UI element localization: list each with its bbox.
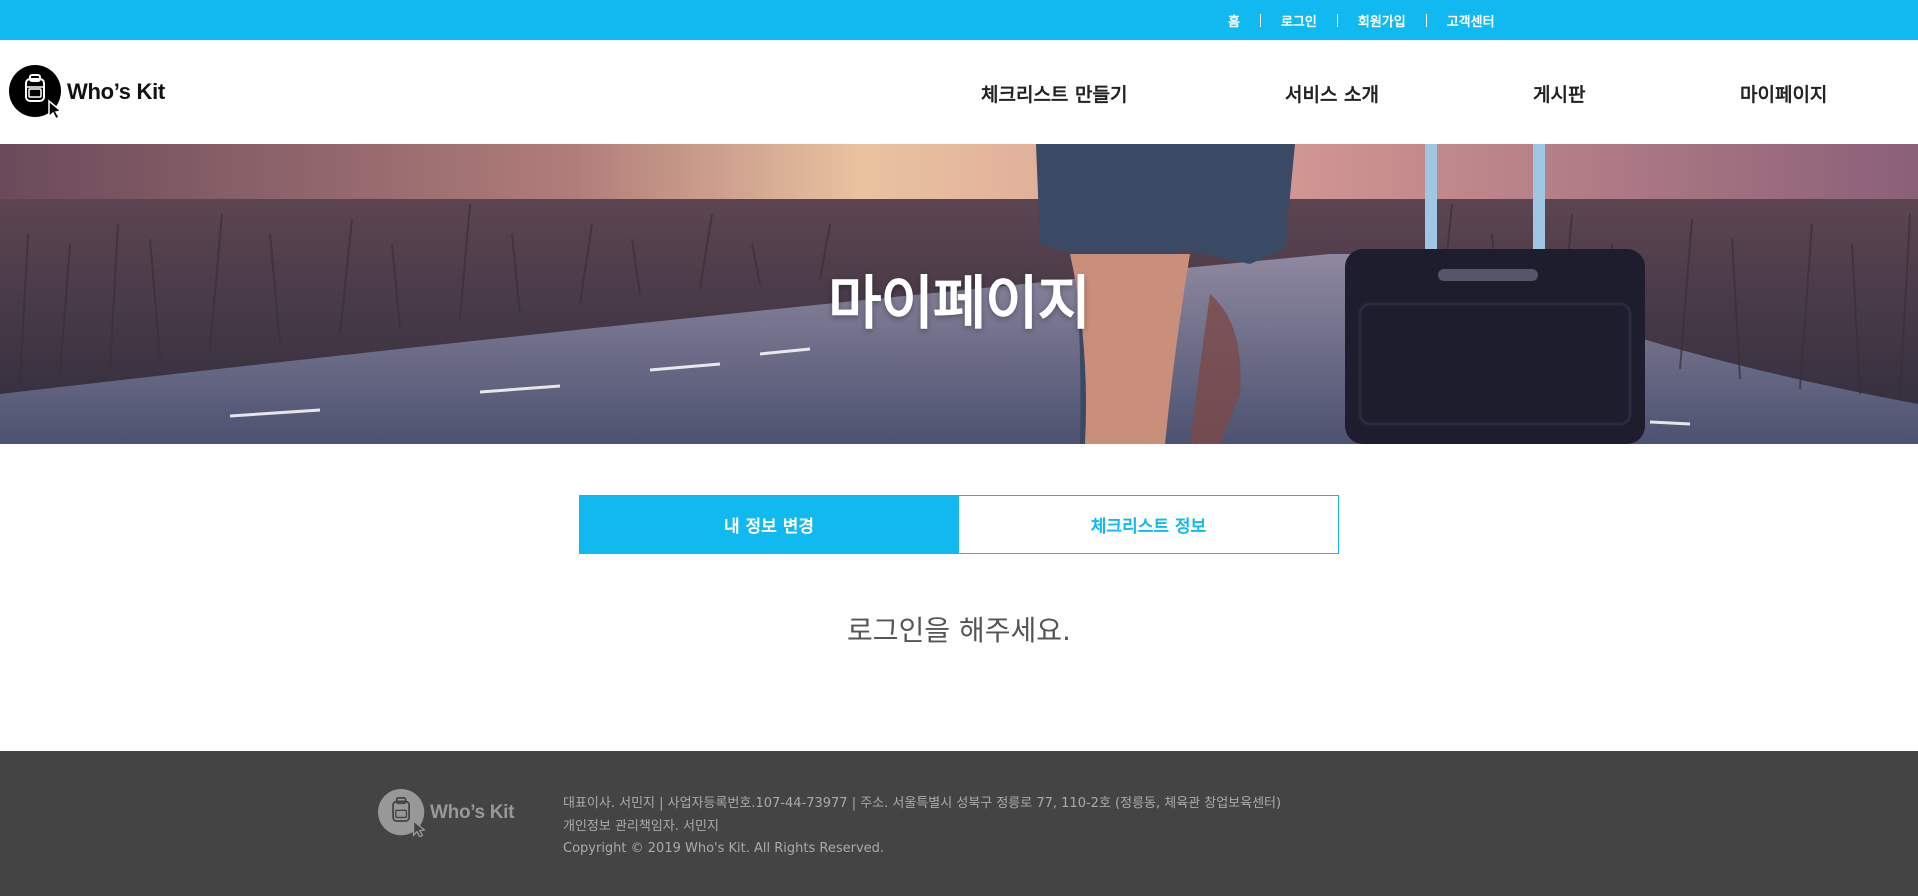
page-title: 마이페이지 <box>828 269 1091 337</box>
divider <box>1336 13 1338 27</box>
footer-logo: Who’s Kit <box>378 789 515 837</box>
hero-banner: 마이페이지 <box>0 144 1918 444</box>
nav-board[interactable]: 게시판 <box>1533 80 1585 107</box>
nav-create-checklist[interactable]: 체크리스트 만들기 <box>981 80 1127 107</box>
nav-service-intro[interactable]: 서비스 소개 <box>1285 80 1379 107</box>
login-link[interactable]: 로그인 <box>1281 11 1317 30</box>
tab-checklist-info[interactable]: 체크리스트 정보 <box>959 495 1339 554</box>
site-footer: Who’s Kit 대표이사. 서민지 | 사업자등록번호.107-44-739… <box>0 751 1918 896</box>
tab-edit-my-info[interactable]: 내 정보 변경 <box>579 495 959 554</box>
customer-center-link[interactable]: 고객센터 <box>1447 11 1495 30</box>
backpack-cursor-icon <box>378 789 426 837</box>
signup-link[interactable]: 회원가입 <box>1358 11 1406 30</box>
mypage-tabs: 내 정보 변경 체크리스트 정보 <box>579 495 1339 554</box>
footer-company-info: 대표이사. 서민지 | 사업자등록번호.107-44-73977 | 주소. 서… <box>563 793 1281 861</box>
utility-links: 홈 로그인 회원가입 고객센터 <box>1228 0 1495 40</box>
nav-mypage[interactable]: 마이페이지 <box>1740 80 1827 107</box>
backpack-cursor-icon <box>9 65 63 121</box>
logo-text: Who’s Kit <box>67 79 165 104</box>
home-link[interactable]: 홈 <box>1228 11 1240 30</box>
login-required-message: 로그인을 해주세요. <box>847 614 1071 647</box>
site-header: Who’s Kit 체크리스트 만들기 서비스 소개 게시판 마이페이지 <box>0 40 1918 144</box>
divider <box>1425 13 1427 27</box>
footer-logo-text: Who’s Kit <box>430 802 515 823</box>
footer-privacy-line: 개인정보 관리책임자. 서민지 <box>563 818 719 834</box>
divider <box>1259 13 1261 27</box>
site-logo[interactable]: Who’s Kit <box>9 65 165 121</box>
footer-copyright: Copyright © 2019 Who's Kit. All Rights R… <box>563 841 885 856</box>
footer-company-line: 대표이사. 서민지 | 사업자등록번호.107-44-73977 | 주소. 서… <box>563 796 1282 811</box>
top-utility-bar: 홈 로그인 회원가입 고객센터 <box>0 0 1918 40</box>
